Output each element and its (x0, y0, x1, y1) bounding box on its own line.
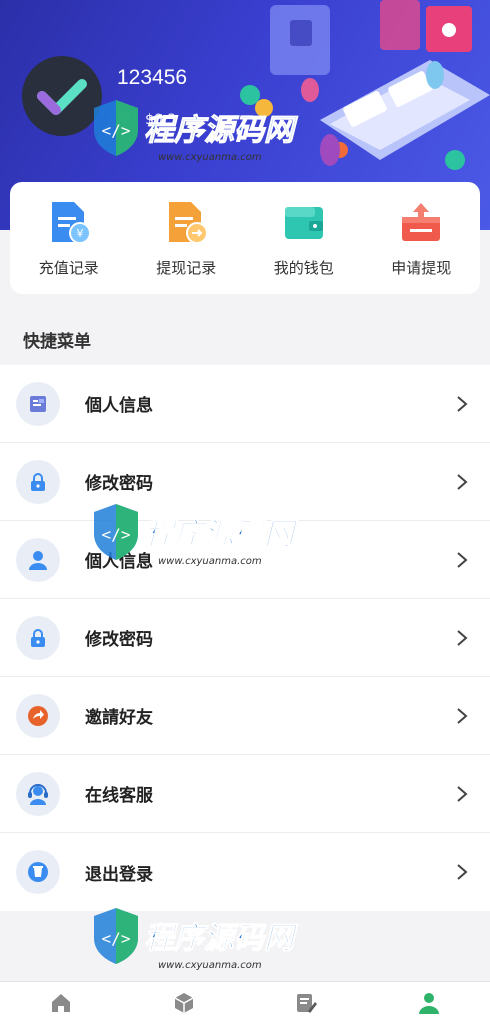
quick-action-label: 我的钱包 (273, 258, 334, 277)
customer-service-icon (16, 771, 60, 816)
menu-item-label: 修改密码 (85, 474, 153, 494)
chevron-right-icon (457, 785, 468, 802)
watermark-logo: </> 程序源码网 www.cxyuanma.com (94, 908, 298, 971)
menu-item-change-password-2[interactable]: 修改密码 (0, 599, 490, 677)
menu-item-online-service[interactable]: 在线客服 (0, 755, 490, 833)
watermark-url: www.cxyuanma.com (158, 960, 262, 971)
withdraw-record-button[interactable]: 提现记录 (131, 199, 241, 278)
id-card-icon (16, 381, 60, 426)
bottom-tab-bar (0, 981, 490, 1024)
menu-item-invite-friends[interactable]: 邀請好友 (0, 677, 490, 755)
header-illustration (240, 0, 490, 170)
section-title: 快捷菜单 (23, 332, 91, 352)
menu-item-label: 退出登录 (85, 864, 153, 885)
box-icon (174, 993, 194, 1013)
balance-text: 额：$0.3 (117, 112, 177, 128)
quick-action-label: 充值记录 (38, 258, 99, 277)
recharge-record-button[interactable]: ¥ 充值记录 (14, 199, 124, 278)
share-icon (16, 693, 60, 738)
apply-withdraw-button[interactable]: 申请提现 (366, 199, 476, 278)
tab-orders[interactable] (276, 991, 336, 1015)
quick-action-label: 申请提现 (391, 258, 452, 277)
menu-item-label: 個人信息 (85, 552, 153, 572)
menu-item-label: 邀請好友 (85, 708, 153, 728)
menu-item-label: 修改密码 (85, 630, 153, 650)
menu-item-profile-info[interactable]: 個人信息 (0, 365, 490, 443)
lock-icon (16, 459, 60, 504)
menu-item-label: 個人信息 (85, 396, 153, 416)
user-icon (418, 993, 439, 1014)
menu-item-change-password[interactable]: 修改密码 (0, 443, 490, 521)
chevron-right-icon (457, 473, 468, 490)
menu-item-profile-info-2[interactable]: 個人信息 (0, 521, 490, 599)
tab-home[interactable] (31, 991, 91, 1015)
tab-products[interactable] (154, 991, 214, 1015)
my-wallet-button[interactable]: 我的钱包 (249, 199, 359, 278)
wallet-icon (284, 206, 323, 239)
quick-actions-card: ¥ 充值记录 提现记录 我的钱包 申请提现 (10, 182, 480, 294)
chevron-right-icon (457, 707, 468, 724)
logout-icon (16, 850, 60, 894)
edit-list-icon (297, 994, 318, 1013)
lock-icon (16, 615, 60, 660)
chevron-right-icon (457, 629, 468, 646)
chevron-right-icon (457, 551, 468, 568)
user-icon (16, 537, 60, 582)
apply-withdraw-icon (402, 202, 441, 241)
chevron-right-icon (457, 395, 468, 412)
chevron-right-icon (457, 864, 468, 880)
tab-profile[interactable] (399, 991, 459, 1015)
quick-action-label: 提现记录 (156, 258, 217, 277)
svg-text:</>: </> (102, 929, 131, 948)
logo-check-icon (37, 79, 87, 115)
watermark-brand: 程序源码网 (144, 921, 298, 956)
home-icon (52, 994, 71, 1012)
username: 123456 (117, 66, 188, 89)
avatar[interactable] (22, 56, 102, 136)
withdraw-record-icon (169, 201, 209, 244)
menu-item-logout[interactable]: 退出登录 (0, 833, 490, 911)
menu-item-label: 在线客服 (85, 786, 153, 806)
svg-text:¥: ¥ (76, 227, 83, 240)
recharge-record-icon: ¥ (51, 201, 91, 244)
quick-menu-list: 個人信息 修改密码 個人信息 修改密码 邀請好友 在线客服 退出登录 (0, 365, 490, 911)
